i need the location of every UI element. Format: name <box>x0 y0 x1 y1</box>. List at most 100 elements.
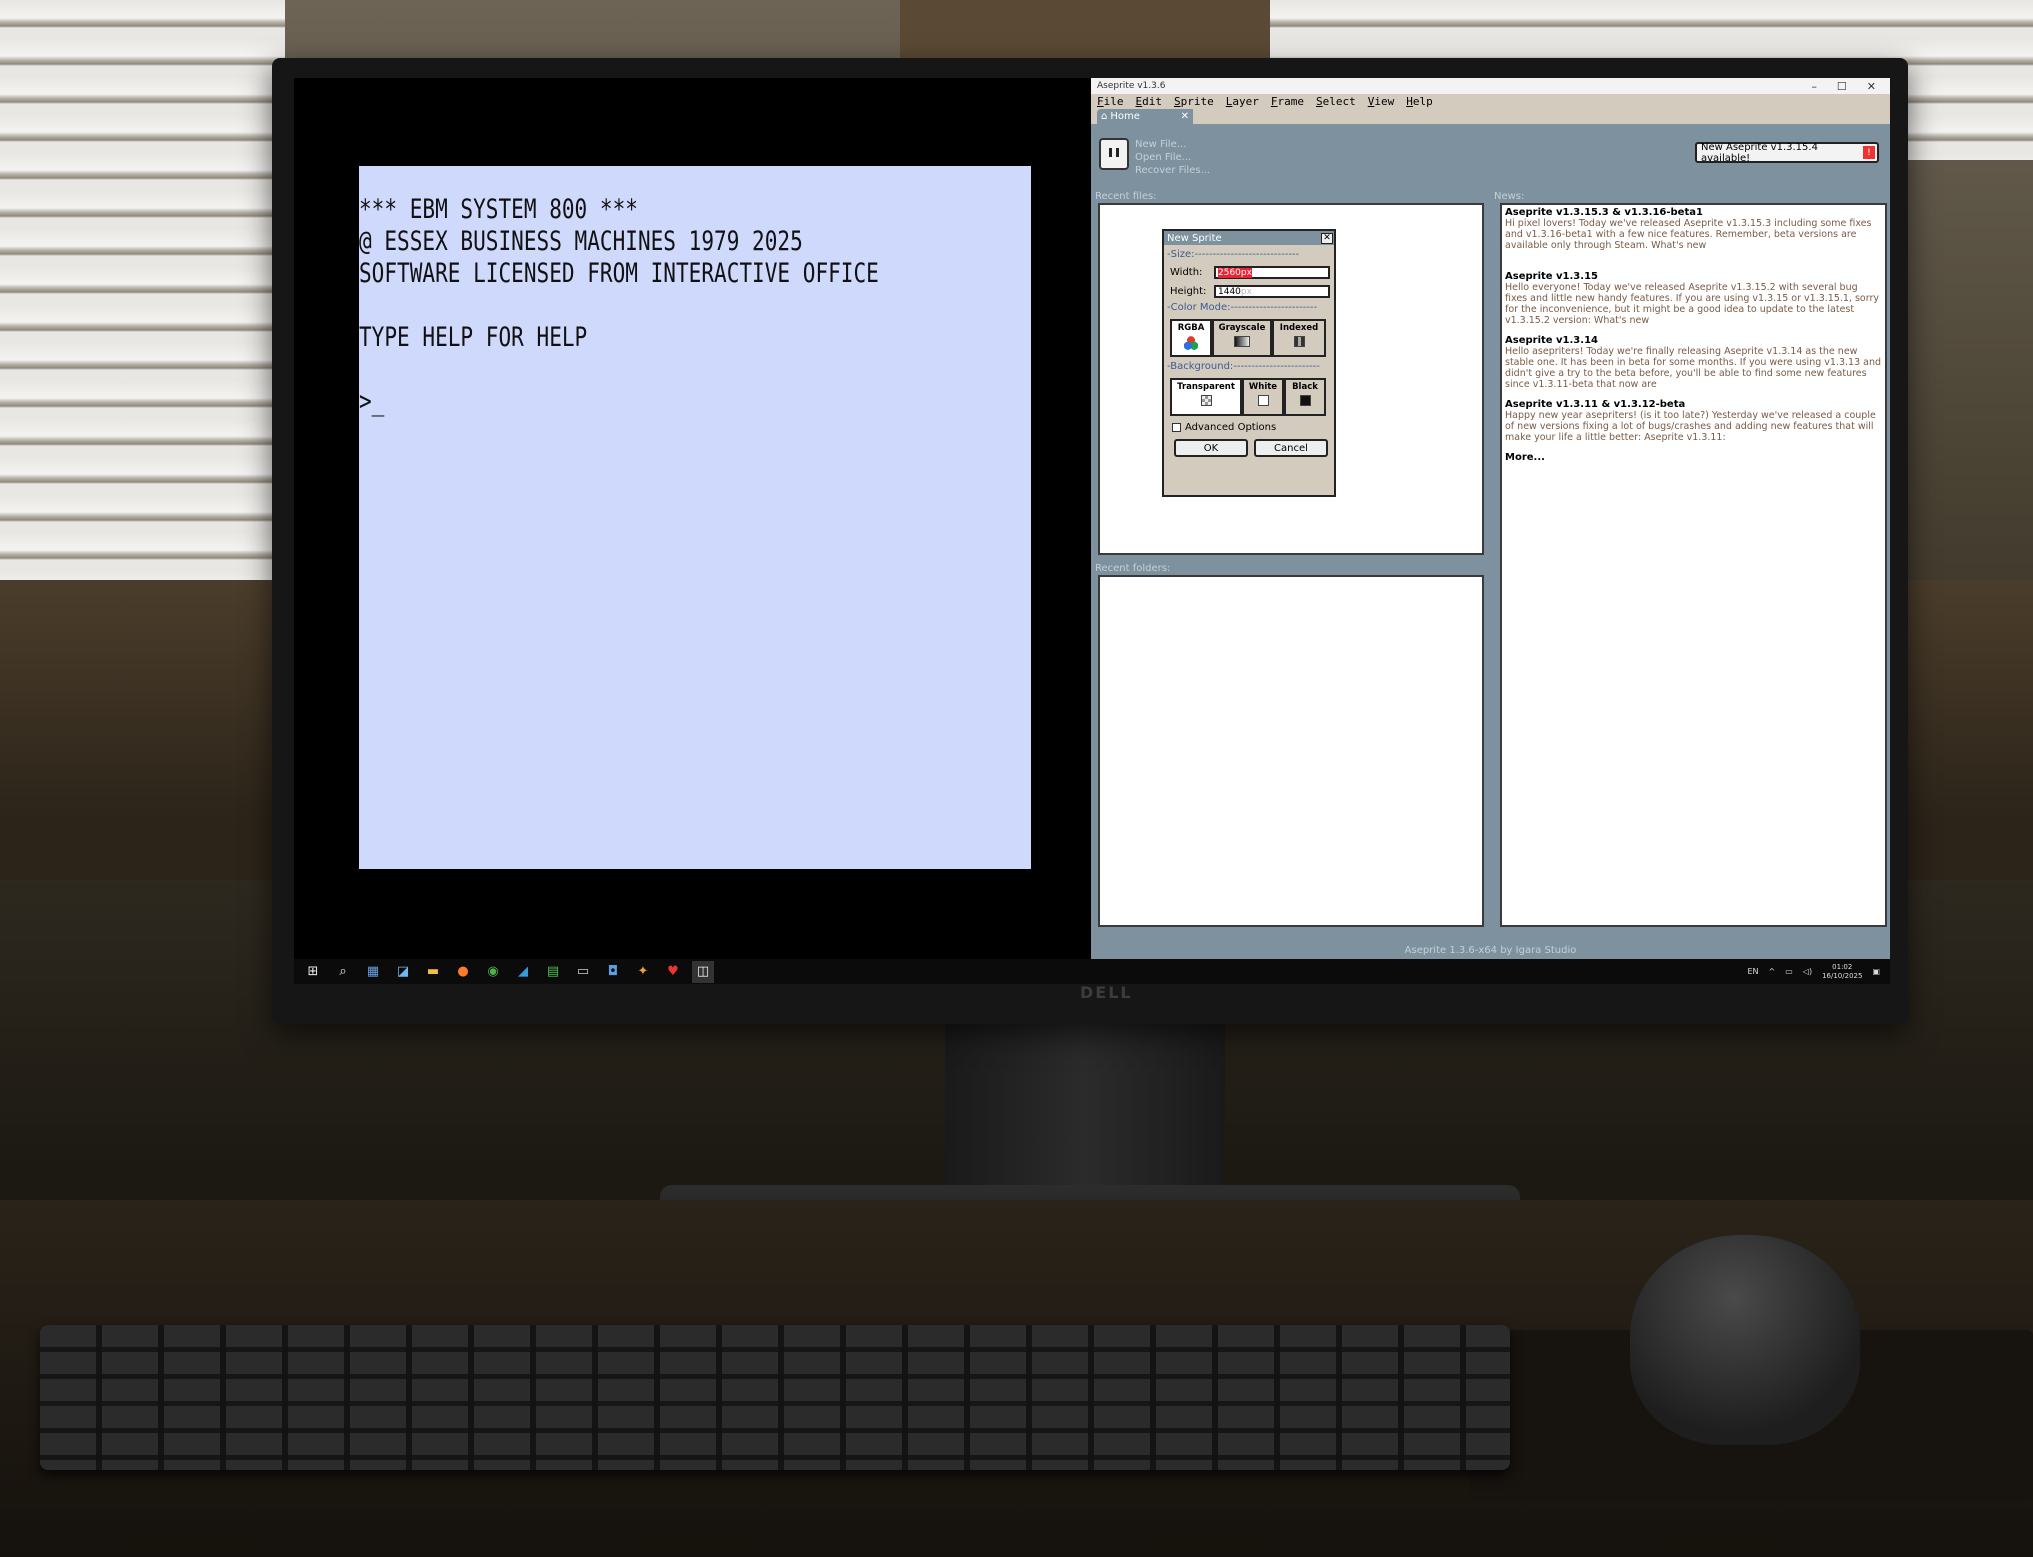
app-window-icon[interactable]: ◘ <box>602 961 624 983</box>
color-mode-rgba[interactable]: RGBA <box>1170 319 1212 357</box>
width-input[interactable]: 2560 px <box>1214 266 1330 279</box>
chevron-up-icon[interactable]: ^ <box>1769 967 1776 976</box>
network-icon[interactable]: ▭ <box>1785 967 1793 976</box>
monitor-brand-logo: DELL <box>1080 983 1133 1002</box>
news-item[interactable]: Aseprite v1.3.15 Hello everyone! Today w… <box>1505 271 1882 326</box>
new-file-link[interactable]: New File... <box>1135 138 1210 151</box>
indexed-icon <box>1293 336 1305 347</box>
spreadsheet-icon[interactable]: ▤ <box>542 961 564 983</box>
recover-files-link[interactable]: Recover Files... <box>1135 164 1210 177</box>
news-item[interactable]: Aseprite v1.3.15.3 & v1.3.16-beta1 Hi pi… <box>1505 207 1882 251</box>
tab-bar: ⌂ Home ✕ <box>1091 108 1890 124</box>
alert-icon: ! <box>1862 146 1875 159</box>
recent-folders-label: Recent folders: <box>1095 563 1171 574</box>
white-swatch-icon <box>1257 395 1269 406</box>
heart-icon[interactable]: ♥ <box>662 961 684 983</box>
firefox-icon[interactable]: ● <box>452 961 474 983</box>
background-black[interactable]: Black <box>1284 378 1326 416</box>
terminal-window[interactable]: *** EBM SYSTEM 800 *** @ ESSEX BUSINESS … <box>359 166 1031 869</box>
news-item[interactable]: Aseprite v1.3.11 & v1.3.12-beta Happy ne… <box>1505 399 1882 443</box>
more-news-link[interactable]: More... <box>1505 452 1882 463</box>
dialog-title: New Sprite <box>1167 232 1222 244</box>
notification-icon[interactable]: ▣ <box>1872 967 1880 976</box>
start-icon[interactable]: ⊞ <box>302 961 324 983</box>
home-header: New File... Open File... Recover Files..… <box>1099 138 1210 177</box>
system-tray: EN ^ ▭ ◁) 01:02 16/10/2025 ▣ <box>1747 963 1890 981</box>
maximize-icon[interactable]: ☐ <box>1837 80 1847 93</box>
size-section-label: -Size:----------------------------- <box>1167 249 1300 260</box>
background-white[interactable]: White <box>1242 378 1284 416</box>
monitor-stand <box>945 1000 1225 1215</box>
dialog-title-bar[interactable]: New Sprite ✕ <box>1164 231 1334 245</box>
news-item[interactable]: Aseprite v1.3.14 Hello asepriters! Today… <box>1505 335 1882 390</box>
clock[interactable]: 01:02 16/10/2025 <box>1822 963 1862 981</box>
background-transparent[interactable]: Transparent <box>1170 378 1242 416</box>
language-indicator[interactable]: EN <box>1747 967 1758 976</box>
title-bar[interactable]: Aseprite v1.3.6 – ☐ ✕ <box>1091 78 1890 94</box>
tab-label: Home <box>1110 111 1140 122</box>
cancel-button[interactable]: Cancel <box>1254 439 1328 457</box>
ok-button[interactable]: OK <box>1174 439 1248 457</box>
background-section-label: -Background:------------------------ <box>1167 361 1320 372</box>
menu-file[interactable]: File <box>1097 95 1124 108</box>
status-bar: Aseprite 1.3.6-x64 by Igara Studio <box>1404 944 1577 956</box>
open-file-link[interactable]: Open File... <box>1135 151 1210 164</box>
menu-bar: File Edit Sprite Layer Frame Select View… <box>1091 94 1890 108</box>
notepad-icon[interactable]: ◪ <box>392 961 414 983</box>
rgba-icon <box>1183 336 1199 350</box>
update-button-label: New Aseprite v1.3.15.4 available! <box>1701 141 1818 164</box>
black-swatch-icon <box>1299 395 1311 406</box>
terminal-prompt[interactable]: >_ <box>359 386 883 418</box>
color-mode-section-label: -Color Mode:------------------------ <box>1167 302 1318 313</box>
chrome-icon[interactable]: ◉ <box>482 961 504 983</box>
update-available-button[interactable]: New Aseprite v1.3.15.4 available! ! <box>1695 141 1879 164</box>
terminal-line: @ ESSEX BUSINESS MACHINES 1979 2025 <box>359 226 803 257</box>
new-sprite-dialog: New Sprite ✕ -Size:---------------------… <box>1162 229 1336 497</box>
recent-folders-panel[interactable] <box>1098 575 1484 927</box>
recent-files-panel[interactable]: New Sprite ✕ -Size:---------------------… <box>1098 203 1484 555</box>
file-explorer-icon[interactable]: ▬ <box>422 961 444 983</box>
menu-help[interactable]: Help <box>1406 95 1433 108</box>
home-icon: ⌂ <box>1101 111 1108 122</box>
dialog-close-icon[interactable]: ✕ <box>1321 232 1333 244</box>
terminal-icon[interactable]: ▭ <box>572 961 594 983</box>
volume-icon[interactable]: ◁) <box>1803 967 1812 976</box>
menu-frame[interactable]: Frame <box>1271 95 1304 108</box>
menu-layer[interactable]: Layer <box>1226 95 1259 108</box>
menu-sprite[interactable]: Sprite <box>1174 95 1214 108</box>
terminal-line: *** EBM SYSTEM 800 *** <box>359 194 638 225</box>
terminal-line: TYPE HELP FOR HELP <box>359 322 588 353</box>
advanced-options-checkbox[interactable]: Advanced Options <box>1164 422 1334 433</box>
calculator-icon[interactable]: ▦ <box>362 961 384 983</box>
mouse <box>1630 1235 1860 1445</box>
aseprite-logo-icon <box>1099 138 1129 170</box>
tab-home[interactable]: ⌂ Home ✕ <box>1097 109 1193 124</box>
menu-select[interactable]: Select <box>1316 95 1356 108</box>
window-blinds-left <box>0 0 285 580</box>
aseprite-taskbar-icon[interactable]: ◫ <box>692 960 714 983</box>
checkbox-icon <box>1172 423 1181 432</box>
color-mode-indexed[interactable]: Indexed <box>1272 319 1326 357</box>
recent-files-label: Recent files: <box>1095 191 1157 202</box>
tab-close-icon[interactable]: ✕ <box>1181 111 1189 122</box>
minimize-icon[interactable]: – <box>1811 80 1817 93</box>
monitor-screen: *** EBM SYSTEM 800 *** @ ESSEX BUSINESS … <box>294 78 1890 984</box>
width-label: Width: <box>1170 267 1203 278</box>
menu-view[interactable]: View <box>1368 95 1395 108</box>
transparent-icon <box>1200 395 1212 406</box>
grayscale-icon <box>1234 336 1250 347</box>
search-icon[interactable]: ⌕ <box>332 961 354 983</box>
color-mode-grayscale[interactable]: Grayscale <box>1212 319 1272 357</box>
terminal-line: SOFTWARE LICENSED FROM INTERACTIVE OFFIC… <box>359 258 879 289</box>
window-title: Aseprite v1.3.6 <box>1097 81 1166 91</box>
paint-icon[interactable]: ✦ <box>632 961 654 983</box>
height-input[interactable]: 1440 px <box>1214 285 1330 298</box>
editor-icon[interactable]: ◢ <box>512 961 534 983</box>
close-icon[interactable]: ✕ <box>1867 80 1876 93</box>
news-panel[interactable]: Aseprite v1.3.15.3 & v1.3.16-beta1 Hi pi… <box>1500 203 1887 927</box>
height-label: Height: <box>1170 286 1207 297</box>
menu-edit[interactable]: Edit <box>1136 95 1163 108</box>
news-label: News: <box>1494 191 1525 202</box>
